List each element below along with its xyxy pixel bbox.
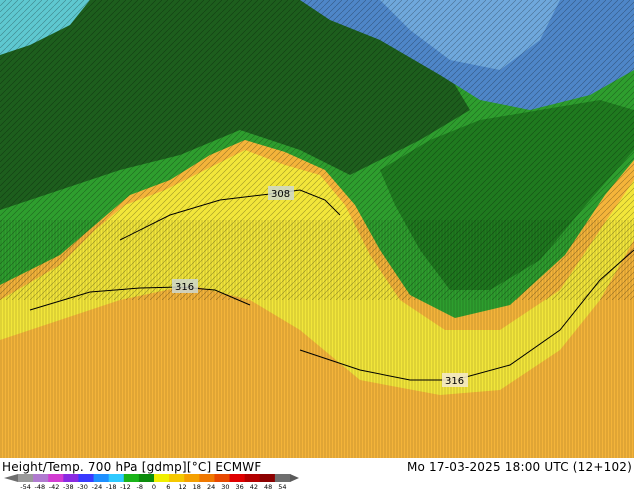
legend-swatch xyxy=(123,474,140,482)
legend-swatch xyxy=(199,474,215,482)
svg-text:316: 316 xyxy=(445,376,464,387)
legend-tick-label: -48 xyxy=(35,483,46,490)
weather-map: 308 316 316 xyxy=(0,0,634,458)
map-footer: Height/Temp. 700 hPa [gdmp][°C] ECMWF Mo… xyxy=(0,458,634,490)
contour-label-316-east: 316 xyxy=(442,373,468,387)
legend-swatch xyxy=(184,474,200,482)
legend-tick-label: 30 xyxy=(221,483,229,490)
legend-tick-label: -42 xyxy=(49,483,60,490)
legend-swatch xyxy=(78,474,95,482)
legend-swatch xyxy=(229,474,246,482)
legend-tick-label: -54 xyxy=(20,483,31,490)
legend-tick-label: 54 xyxy=(278,483,286,490)
legend-tick-label: 48 xyxy=(264,483,272,490)
legend-tick-label: -38 xyxy=(63,483,74,490)
legend-tick-label: -18 xyxy=(106,483,117,490)
legend-swatch xyxy=(244,474,261,482)
legend-swatch xyxy=(274,474,291,482)
legend-swatch xyxy=(259,474,276,482)
legend-arrow-high xyxy=(290,474,299,482)
legend-tick-label: 18 xyxy=(193,483,201,490)
legend-swatch xyxy=(214,474,231,482)
legend-tick-label: -30 xyxy=(77,483,88,490)
contour-label-308: 308 xyxy=(268,186,294,200)
legend-tick-label: -24 xyxy=(92,483,103,490)
legend-swatch xyxy=(63,474,79,482)
svg-text:316: 316 xyxy=(175,282,194,293)
legend-swatch xyxy=(18,474,34,482)
legend-tick-label: 24 xyxy=(207,483,215,490)
legend-tick-label: -8 xyxy=(136,483,142,490)
map-title: Height/Temp. 700 hPa [gdmp][°C] ECMWF xyxy=(2,460,262,474)
legend-swatch xyxy=(169,474,185,482)
legend-swatch xyxy=(33,474,49,482)
contour-label-316-west: 316 xyxy=(172,279,198,293)
svg-text:308: 308 xyxy=(271,189,290,200)
legend-tick-label: 12 xyxy=(178,483,186,490)
legend-tick-label: 0 xyxy=(152,483,156,490)
forecast-datetime: Mo 17-03-2025 18:00 UTC (12+102) xyxy=(406,460,632,474)
legend-tick-label: 36 xyxy=(235,483,243,490)
legend-swatch xyxy=(93,474,110,482)
legend-swatch xyxy=(138,474,155,482)
legend-swatch xyxy=(108,474,125,482)
legend-arrow-low xyxy=(4,474,18,482)
legend-tick-label: 42 xyxy=(250,483,258,490)
contour-hatch-south xyxy=(0,220,634,458)
legend-swatch xyxy=(48,474,64,482)
legend-swatch xyxy=(154,474,170,482)
color-legend: -54 -48 -42 -38 -30 -24 -18 -12 -8 0 6 12 18 24 30 36 42… xyxy=(4,474,299,490)
legend-tick-label: 6 xyxy=(166,483,170,490)
legend-tick-label: -12 xyxy=(120,483,131,490)
